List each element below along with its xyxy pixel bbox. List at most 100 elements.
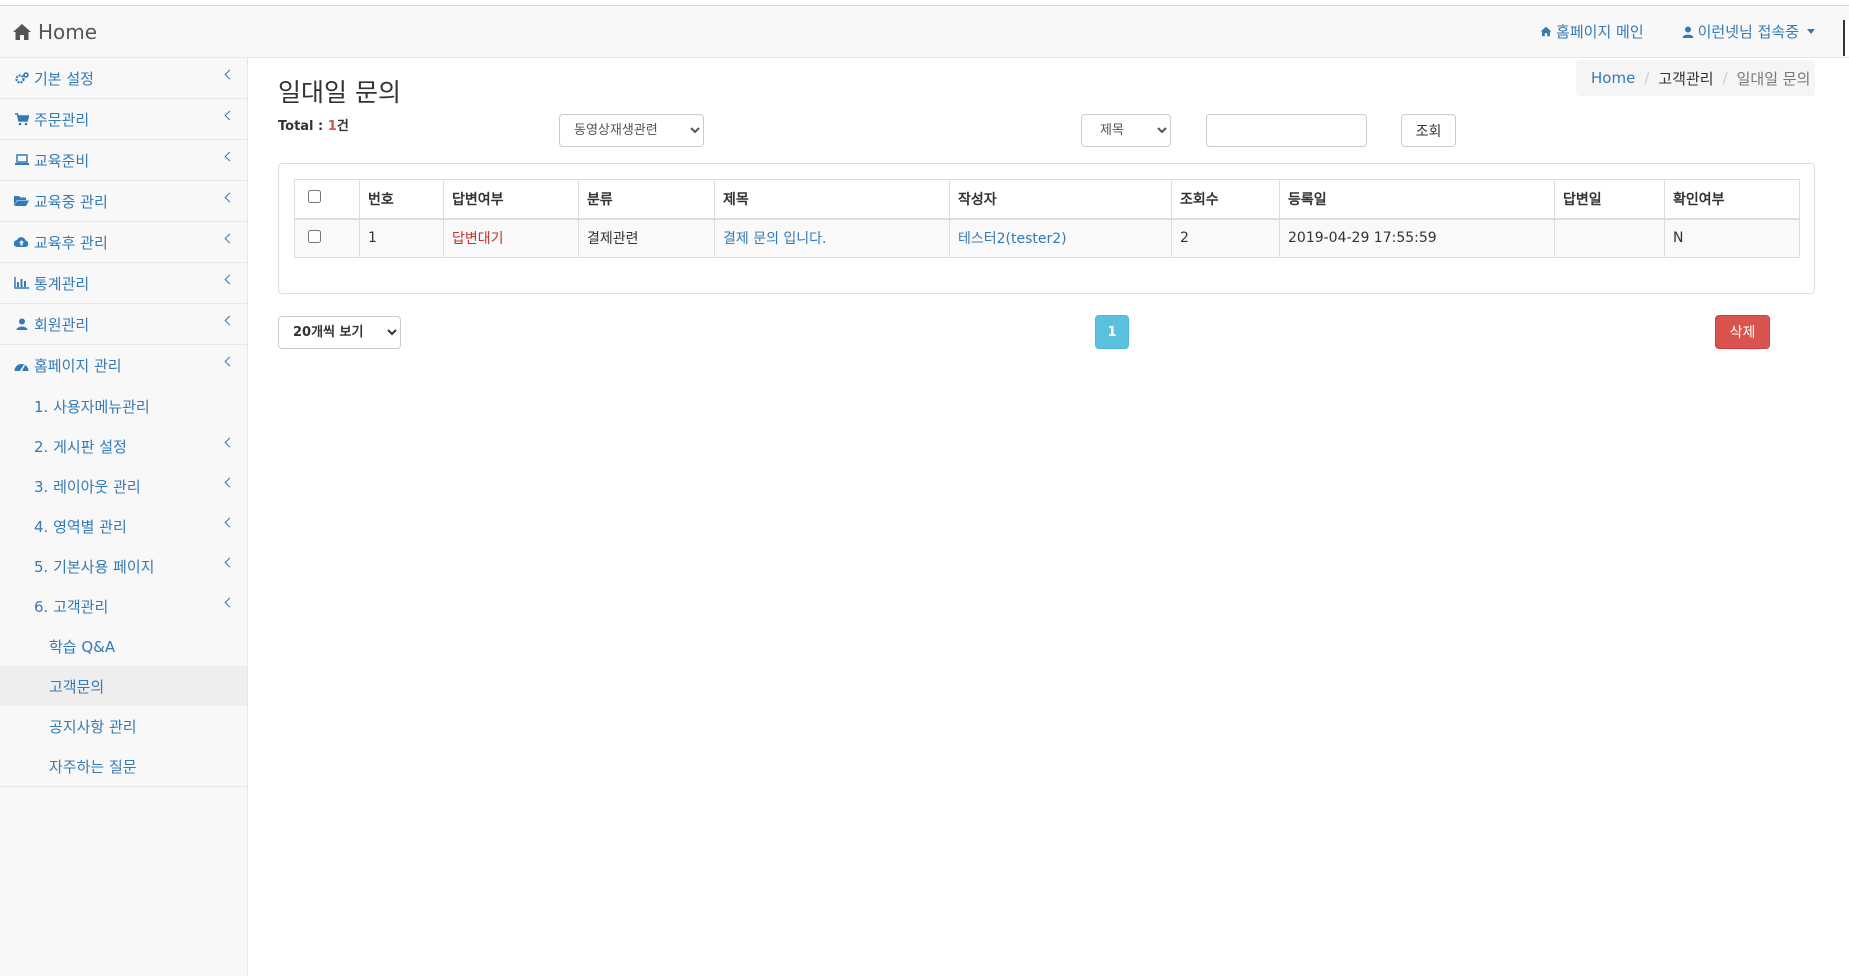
- cell-views: 2: [1171, 218, 1280, 258]
- brand-home-link[interactable]: Home: [12, 20, 97, 44]
- sidebar-item-basic-settings[interactable]: 기본 설정: [0, 58, 247, 99]
- cell-author-link[interactable]: 테스터2(tester2): [949, 218, 1172, 258]
- sidebar-item-education-prep[interactable]: 교육준비: [0, 140, 247, 181]
- home-icon: [1540, 26, 1552, 37]
- header-category: 분류: [578, 179, 715, 220]
- breadcrumb-separator: /: [1722, 69, 1728, 87]
- homepage-main-label: 홈페이지 메인: [1556, 23, 1644, 41]
- sidebar-item-label: 교육후 관리: [34, 233, 108, 252]
- cloud-upload-icon: [14, 235, 29, 250]
- main-content: 일대일 문의 Home / 고객관리 / 일대일 문의 Total : 1건 동…: [249, 58, 1849, 976]
- sidebar-subitem-faq[interactable]: 자주하는 질문: [0, 746, 247, 786]
- pagination-page-1[interactable]: 1: [1095, 315, 1129, 349]
- cell-answer-status: 답변대기: [443, 218, 579, 258]
- homepage-main-link[interactable]: 홈페이지 메인: [1540, 21, 1644, 42]
- sidebar-item-homepage-management[interactable]: 홈페이지 관리: [0, 345, 247, 386]
- chevron-left-icon: [224, 557, 235, 568]
- table-row: 1 답변대기 결제관련 결제 문의 입니다. 테스터2(tester2) 2 2…: [294, 218, 1800, 258]
- sidebar-item-label: 통계관리: [34, 274, 90, 293]
- sidebar-subitem-label: 3. 레이아웃 관리: [34, 477, 141, 496]
- breadcrumb-home-link[interactable]: Home: [1591, 69, 1635, 87]
- search-input[interactable]: [1206, 114, 1367, 147]
- user-menu-dropdown[interactable]: 이런넷님 접속중: [1682, 21, 1815, 42]
- window-edge: [1843, 20, 1849, 56]
- sidebar-subitem-label: 4. 영역별 관리: [34, 517, 127, 536]
- chevron-left-icon: [224, 274, 235, 285]
- laptop-icon: [14, 153, 29, 168]
- breadcrumb-separator: /: [1644, 69, 1650, 87]
- sidebar-subitem-customer-inquiry[interactable]: 고객문의: [0, 666, 247, 706]
- header-answered-date: 답변일: [1554, 179, 1665, 220]
- sidebar: 기본 설정 주문관리 교육준비 교육중 관리 교육후 관리 통계관리 회원관리 …: [0, 58, 248, 976]
- search-button[interactable]: 조회: [1401, 114, 1456, 147]
- header-answer-status: 답변여부: [443, 179, 579, 220]
- cell-category: 결제관련: [578, 218, 715, 258]
- breadcrumb: Home / 고객관리 / 일대일 문의: [1576, 60, 1815, 96]
- bar-chart-icon: [14, 276, 29, 291]
- sidebar-item-label: 회원관리: [34, 315, 90, 334]
- chevron-left-icon: [224, 517, 235, 528]
- top-navbar: Home 홈페이지 메인 이런넷님 접속중: [0, 6, 1849, 58]
- sidebar-subitem-label: 5. 기본사용 페이지: [34, 557, 155, 576]
- chevron-left-icon: [224, 69, 235, 80]
- chevron-left-icon: [224, 192, 235, 203]
- chevron-left-icon: [224, 356, 235, 367]
- cell-confirmed: N: [1664, 218, 1800, 258]
- header-confirmed: 확인여부: [1664, 179, 1800, 220]
- delete-button[interactable]: 삭제: [1715, 315, 1770, 349]
- row-checkbox[interactable]: [308, 229, 321, 243]
- sidebar-subitem-customer-management[interactable]: 6. 고객관리: [0, 586, 247, 626]
- search-field-select[interactable]: 제목: [1081, 114, 1171, 147]
- total-count: Total : 1건: [278, 115, 349, 134]
- chevron-left-icon: [224, 315, 235, 326]
- gears-icon: [14, 71, 29, 86]
- chevron-left-icon: [224, 151, 235, 162]
- sidebar-item-statistics[interactable]: 통계관리: [0, 263, 247, 304]
- select-all-checkbox[interactable]: [308, 190, 321, 204]
- sidebar-item-during-education[interactable]: 교육중 관리: [0, 181, 247, 222]
- header-views: 조회수: [1171, 179, 1280, 220]
- total-label: Total :: [278, 119, 328, 134]
- sidebar-item-label: 기본 설정: [34, 69, 94, 88]
- sidebar-subitem-label: 학습 Q&A: [49, 637, 116, 656]
- sidebar-subitem-learning-qna[interactable]: 학습 Q&A: [0, 626, 247, 666]
- user-icon: [14, 317, 29, 332]
- folder-open-icon: [14, 194, 29, 209]
- sidebar-item-after-education[interactable]: 교육후 관리: [0, 222, 247, 263]
- cell-title-link[interactable]: 결제 문의 입니다.: [714, 218, 950, 258]
- breadcrumb-current: 일대일 문의: [1736, 69, 1811, 88]
- sidebar-subitem-board-settings[interactable]: 2. 게시판 설정: [0, 426, 247, 466]
- breadcrumb-customer-management[interactable]: 고객관리: [1658, 68, 1713, 89]
- category-select[interactable]: 동영상재생관련: [559, 114, 704, 147]
- header-select-all: [294, 179, 360, 220]
- chevron-left-icon: [224, 110, 235, 121]
- header-no: 번호: [359, 179, 444, 220]
- chevron-left-icon: [224, 597, 235, 608]
- inquiry-table: 번호 답변여부 분류 제목 작성자 조회수 등록일 답변일 확인여부 1 답변대…: [294, 179, 1800, 258]
- cell-created-date: 2019-04-29 17:55:59: [1279, 218, 1555, 258]
- sidebar-subitem-label: 2. 게시판 설정: [34, 437, 127, 456]
- sidebar-subitem-user-menu[interactable]: 1. 사용자메뉴관리: [0, 386, 247, 426]
- row-select-cell: [294, 218, 360, 258]
- sidebar-item-label: 교육중 관리: [34, 192, 108, 211]
- header-title: 제목: [714, 179, 950, 220]
- total-count-value: 1: [327, 119, 337, 134]
- user-status-label: 이런넷님 접속중: [1697, 23, 1799, 41]
- sidebar-item-orders[interactable]: 주문관리: [0, 99, 247, 140]
- sidebar-subitem-layout[interactable]: 3. 레이아웃 관리: [0, 466, 247, 506]
- chevron-left-icon: [224, 233, 235, 244]
- chevron-left-icon: [224, 437, 235, 448]
- sidebar-subitem-default-pages[interactable]: 5. 기본사용 페이지: [0, 546, 247, 586]
- cart-icon: [14, 112, 29, 127]
- sidebar-subitem-notices[interactable]: 공지사항 관리: [0, 706, 247, 746]
- user-icon: [1682, 26, 1694, 38]
- page-size-select[interactable]: 20개씩 보기: [278, 316, 401, 349]
- sidebar-subitem-areas[interactable]: 4. 영역별 관리: [0, 506, 247, 546]
- sidebar-item-label: 주문관리: [34, 110, 90, 129]
- header-created-date: 등록일: [1279, 179, 1555, 220]
- brand-label: Home: [38, 20, 98, 44]
- sidebar-subitem-label: 고객문의: [49, 677, 105, 696]
- chevron-left-icon: [224, 477, 235, 488]
- sidebar-item-members[interactable]: 회원관리: [0, 304, 247, 345]
- header-author: 작성자: [949, 179, 1172, 220]
